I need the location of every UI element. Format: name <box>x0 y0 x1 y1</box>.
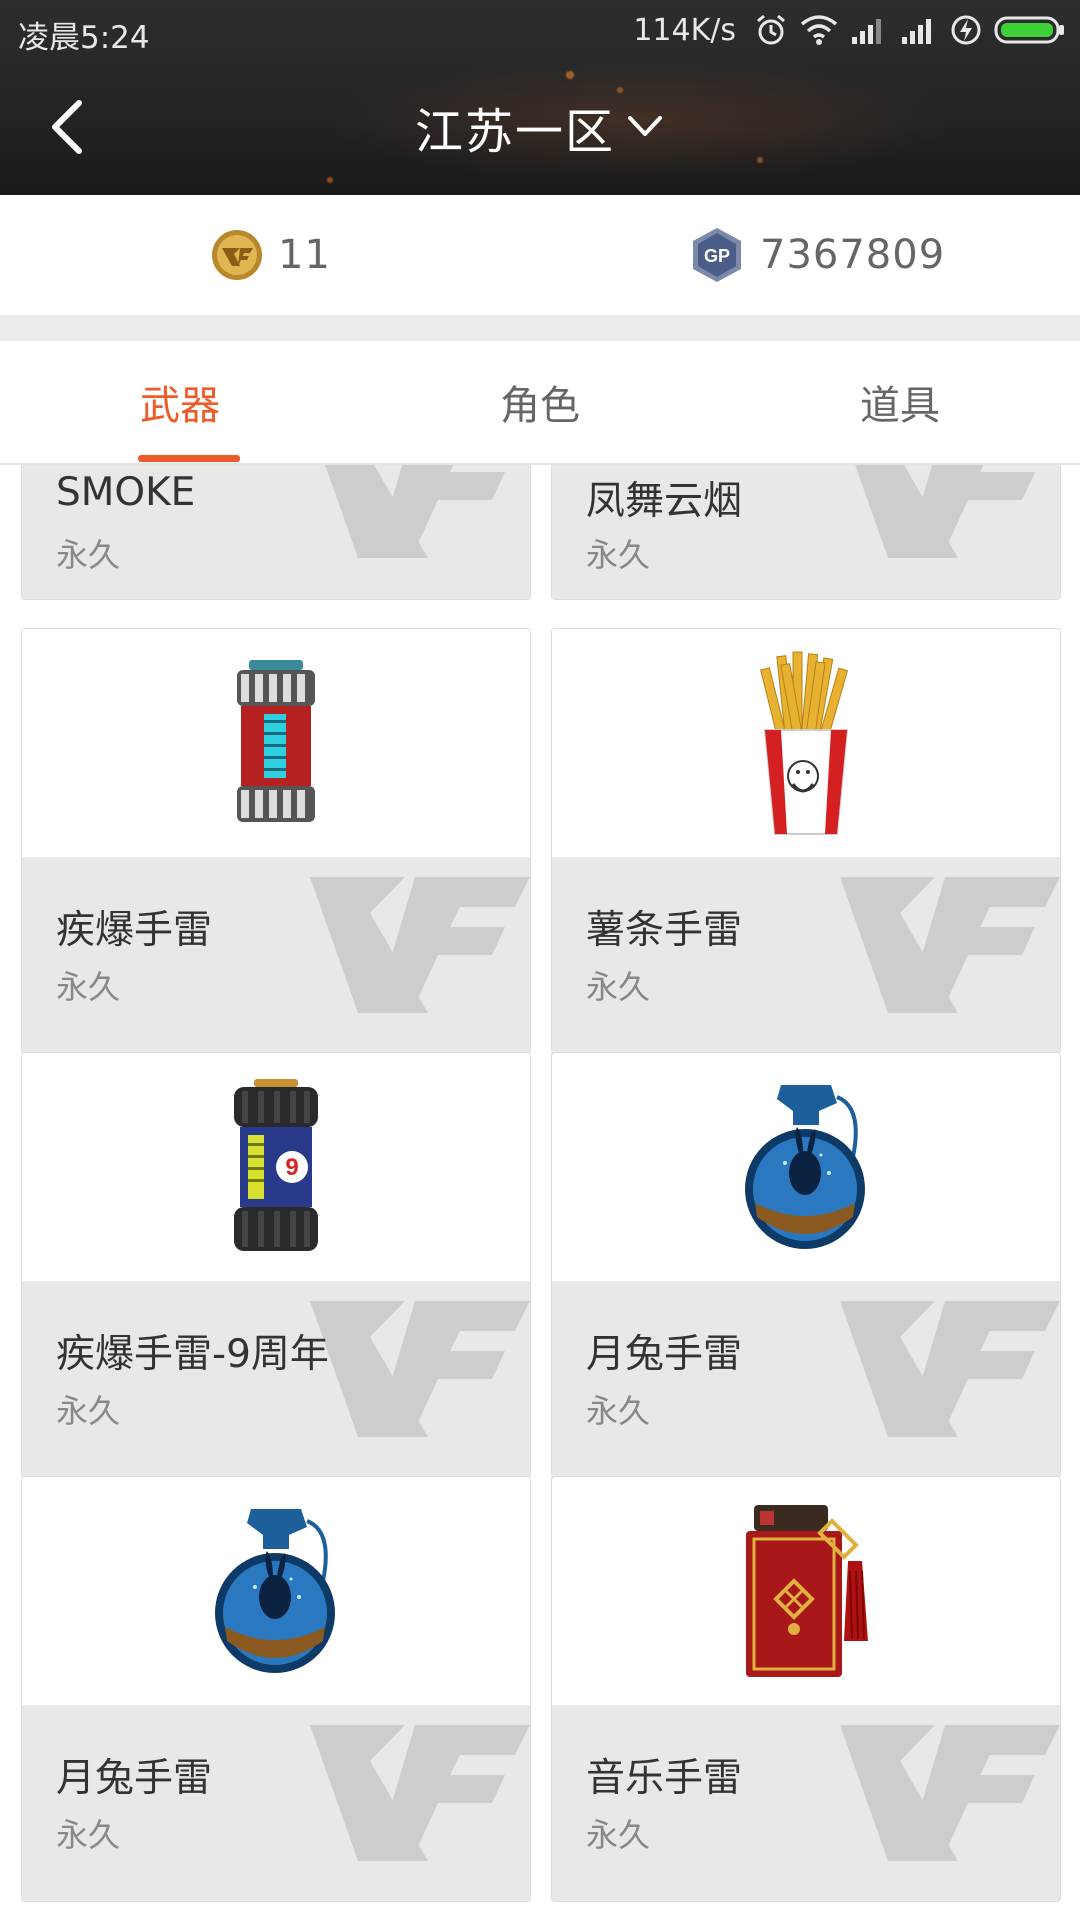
item-duration: 永久 <box>586 1392 651 1430</box>
chevron-down-icon <box>628 116 662 136</box>
anniversary-canister-icon: 9 <box>234 1079 318 1251</box>
item-info: SMOKE 永久 <box>22 465 530 599</box>
item-grid: SMOKE 永久 凤舞云烟 永久 疾爆手雷 永久 薯条手雷 永久 9 疾爆手雷-… <box>0 465 1080 1920</box>
item-duration: 永久 <box>586 536 651 574</box>
item-name: 薯条手雷 <box>586 908 743 953</box>
item-info: 月兔手雷 永久 <box>22 1705 530 1901</box>
cf-watermark-icon <box>310 1289 530 1439</box>
tab-items[interactable]: 道具 <box>720 341 1080 463</box>
item-card[interactable]: 疾爆手雷 永久 <box>21 628 531 1054</box>
music-box-grenade-icon <box>746 1505 868 1677</box>
svg-text:GP: GP <box>704 246 730 266</box>
canister-grenade-icon <box>237 660 315 822</box>
item-name: SMOKE <box>56 470 196 515</box>
currency-bar: 11 GP 7367809 <box>0 195 1080 315</box>
gp-value: 7367809 <box>760 232 946 278</box>
gp-points: GP 7367809 <box>688 195 945 315</box>
category-tabs: 武器 角色 道具 <box>0 341 1080 465</box>
item-name: 音乐手雷 <box>586 1756 743 1801</box>
cf-watermark-icon <box>310 1713 530 1863</box>
item-name: 疾爆手雷 <box>56 908 213 953</box>
status-icons: 114K/s <box>633 10 1066 50</box>
item-name: 凤舞云烟 <box>586 479 743 524</box>
item-card[interactable]: SMOKE 永久 <box>21 465 531 600</box>
status-bar: 凌晨5:24 114K/s <box>0 0 1080 60</box>
item-duration: 永久 <box>56 1816 121 1854</box>
cf-points: 11 <box>210 195 331 315</box>
item-image <box>552 1053 1060 1281</box>
item-name: 月兔手雷 <box>586 1332 743 1377</box>
item-info: 薯条手雷 永久 <box>552 857 1060 1053</box>
server-selector[interactable]: 江苏一区 <box>0 92 1080 162</box>
page-title: 江苏一区 <box>414 104 615 160</box>
moon-rabbit-grenade-icon <box>745 1085 865 1249</box>
wifi-icon <box>800 14 838 46</box>
item-card[interactable]: 薯条手雷 永久 <box>551 628 1061 1054</box>
alarm-icon <box>754 13 788 47</box>
item-card[interactable]: 凤舞云烟 永久 <box>551 465 1061 600</box>
item-card[interactable]: 月兔手雷 永久 <box>21 1476 531 1902</box>
item-duration: 永久 <box>56 1392 121 1430</box>
cf-watermark-icon <box>840 865 1060 1015</box>
item-card[interactable]: 月兔手雷 永久 <box>551 1052 1061 1478</box>
active-tab-indicator <box>138 455 240 462</box>
cf-points-value: 11 <box>278 232 331 278</box>
item-image <box>552 1477 1060 1705</box>
item-image <box>22 629 530 857</box>
cf-watermark-icon <box>840 465 1060 560</box>
section-divider <box>0 315 1080 341</box>
cf-watermark-icon <box>840 1713 1060 1863</box>
cf-coin-icon <box>212 230 262 280</box>
app-header: 凌晨5:24 114K/s 江苏一区 <box>0 0 1080 195</box>
item-card[interactable]: 音乐手雷 永久 <box>551 1476 1061 1902</box>
item-card[interactable]: 9 疾爆手雷-9周年 永久 <box>21 1052 531 1478</box>
item-info: 月兔手雷 永久 <box>552 1281 1060 1477</box>
item-image: 9 <box>22 1053 530 1281</box>
item-duration: 永久 <box>56 536 121 574</box>
tab-weapons[interactable]: 武器 <box>0 341 360 463</box>
cf-watermark-icon <box>840 1289 1060 1439</box>
item-duration: 永久 <box>56 968 121 1006</box>
item-duration: 永久 <box>586 1816 651 1854</box>
item-info: 凤舞云烟 永久 <box>552 465 1060 599</box>
item-image <box>22 1477 530 1705</box>
network-speed: 114K/s <box>633 12 736 48</box>
cf-watermark-icon <box>310 865 530 1015</box>
gp-coin-icon: GP <box>693 228 741 282</box>
item-info: 疾爆手雷-9周年 永久 <box>22 1281 530 1477</box>
item-name: 疾爆手雷-9周年 <box>56 1332 329 1377</box>
fries-grenade-icon <box>760 651 849 835</box>
cf-watermark-icon <box>310 465 530 560</box>
item-info: 疾爆手雷 永久 <box>22 857 530 1053</box>
charging-icon <box>950 14 982 46</box>
signal-icon <box>900 15 938 45</box>
item-duration: 永久 <box>586 968 651 1006</box>
battery-icon <box>994 15 1066 45</box>
item-name: 月兔手雷 <box>56 1756 213 1801</box>
svg-text:9: 9 <box>285 1154 298 1181</box>
item-info: 音乐手雷 永久 <box>552 1705 1060 1901</box>
moon-rabbit-grenade-icon <box>215 1509 335 1673</box>
item-image <box>552 629 1060 857</box>
signal-icon <box>850 15 888 45</box>
status-time: 凌晨5:24 <box>18 20 150 56</box>
tab-characters[interactable]: 角色 <box>360 341 720 463</box>
